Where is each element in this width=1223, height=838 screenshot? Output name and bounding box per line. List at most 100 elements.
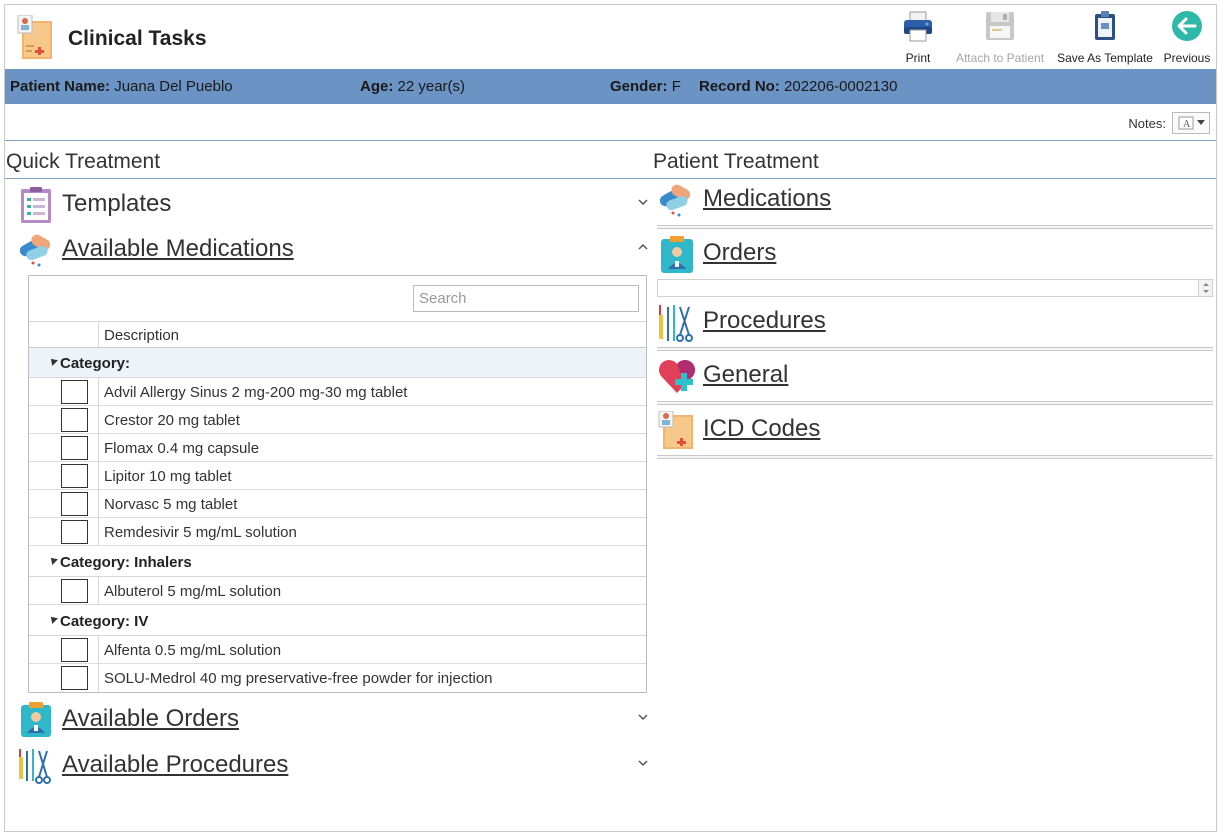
row-checkbox[interactable] [61,464,88,488]
patient-treatment-title: Patient Treatment [653,150,819,173]
medication-description: Albuterol 5 mg/mL solution [104,583,282,600]
row-checkbox[interactable] [61,579,88,603]
category-label: Category: IV [60,613,149,630]
column-separator [98,518,99,545]
table-row[interactable]: Remdesivir 5 mg/mL solution [29,518,646,546]
orders-numeric-field[interactable] [657,279,1213,297]
section-divider [657,401,1213,405]
column-separator [98,490,99,517]
category-row[interactable]: Category: IV [29,606,646,636]
row-checkbox[interactable] [61,638,88,662]
column-separator [98,378,99,405]
patient-name-value: Juana Del Pueblo [114,78,233,95]
category-row[interactable]: Category: [29,348,646,378]
attach-to-patient-label: Attach to Patient [955,51,1045,65]
patient-record-value: 202206-0002130 [784,78,898,95]
previous-button[interactable]: Previous [1158,5,1216,69]
row-checkbox[interactable] [61,520,88,544]
previous-label: Previous [1163,51,1211,65]
surgical-tools-icon [659,305,693,342]
patient-general-link[interactable]: General [703,361,788,389]
available-procedures-label: Available Procedures [62,751,289,778]
notes-dropdown-button[interactable]: A [1172,112,1210,134]
table-row[interactable]: Lipitor 10 mg tablet [29,462,646,490]
category-row[interactable]: Category: Inhalers [29,547,646,577]
section-divider [657,347,1213,351]
numeric-spinner[interactable] [1198,280,1212,296]
dropdown-caret-icon [1196,120,1205,125]
patient-medications-link[interactable]: Medications [703,185,831,213]
table-row[interactable]: SOLU-Medrol 40 mg preservative-free powd… [29,664,646,692]
patient-gender-label: Gender: [610,78,668,95]
medication-description: Crestor 20 mg tablet [104,412,240,429]
table-row[interactable]: Albuterol 5 mg/mL solution [29,577,646,605]
collapse-triangle-icon[interactable] [48,356,58,366]
surgical-tools-icon [19,749,51,784]
patient-orders-link[interactable]: Orders [703,239,776,267]
collapse-triangle-icon[interactable] [48,555,58,565]
column-separator [98,322,99,347]
available-medications-label: Available Medications [62,235,294,262]
doctor-clipboard-icon [21,702,51,737]
patient-procedures-section[interactable]: Procedures [657,303,1213,353]
attach-to-patient-button[interactable]: Attach to Patient [948,5,1052,69]
available-orders-label: Available Orders [62,705,239,732]
patient-icd-codes-section[interactable]: ICD Codes [657,411,1213,461]
notes-row: Notes: A [5,104,1216,141]
chevron-up-icon [638,243,648,250]
header: Clinical Tasks Print Attach to Patient S… [5,5,1216,69]
printer-icon [904,11,932,42]
row-checkbox[interactable] [61,408,88,432]
pills-icon [659,184,691,217]
search-input[interactable] [413,285,639,312]
patient-age: Age: 22 year(s) [360,78,465,95]
available-medications-accordion[interactable]: Available Medications [17,229,651,271]
patient-record: Record No: 202206-0002130 [699,78,897,95]
row-checkbox[interactable] [61,666,88,690]
patient-gender: Gender: F [610,78,681,95]
medication-description: Remdesivir 5 mg/mL solution [104,524,297,541]
column-separator [98,434,99,461]
medication-description: Advil Allergy Sinus 2 mg-200 mg-30 mg ta… [104,384,408,401]
patient-icd-codes-link[interactable]: ICD Codes [703,415,820,443]
medication-description: Flomax 0.4 mg capsule [104,440,260,457]
row-checkbox[interactable] [61,380,88,404]
patient-orders-section[interactable]: Orders [657,235,1213,275]
table-row[interactable]: Crestor 20 mg tablet [29,406,646,434]
row-checkbox[interactable] [61,436,88,460]
print-button[interactable]: Print [888,5,948,69]
medical-folder-icon [17,15,52,59]
quick-treatment-title: Quick Treatment [6,150,161,173]
patient-general-section[interactable]: General [657,357,1213,407]
patient-age-label: Age: [360,78,394,95]
table-row[interactable]: Advil Allergy Sinus 2 mg-200 mg-30 mg ta… [29,378,646,406]
medication-description: Norvasc 5 mg tablet [104,496,238,513]
svg-text:A: A [1183,119,1191,130]
row-checkbox[interactable] [61,492,88,516]
toolbar: Print Attach to Patient Save As Template… [888,5,1216,69]
grid-header: Description [29,321,646,348]
chevron-down-icon [638,714,648,721]
table-row[interactable]: Norvasc 5 mg tablet [29,490,646,518]
column-separator [98,577,99,604]
notes-label: Notes: [1128,116,1166,131]
collapse-triangle-icon[interactable] [48,614,58,624]
available-orders-accordion[interactable]: Available Orders [17,699,651,741]
table-row[interactable]: Flomax 0.4 mg capsule [29,434,646,462]
available-procedures-accordion[interactable]: Available Procedures [17,745,651,787]
doctor-clipboard-icon [661,236,693,273]
medications-grid: Description Category: Advil Allergy Sinu… [28,275,647,693]
templates-accordion[interactable]: Templates [17,184,651,226]
save-disk-icon [986,12,1014,40]
save-as-template-button[interactable]: Save As Template [1052,5,1158,69]
patient-procedures-link[interactable]: Procedures [703,307,826,335]
table-row[interactable]: Alfenta 0.5 mg/mL solution [29,636,646,664]
chevron-down-icon [638,199,648,206]
clipboard-icon [1095,11,1115,40]
save-as-template-label: Save As Template [1057,51,1153,65]
chevron-down-icon [638,760,648,767]
patient-medications-section[interactable]: Medications [657,181,1213,231]
medication-description: Alfenta 0.5 mg/mL solution [104,642,282,659]
back-arrow-icon [1172,11,1202,41]
description-column-header[interactable]: Description [104,327,179,344]
